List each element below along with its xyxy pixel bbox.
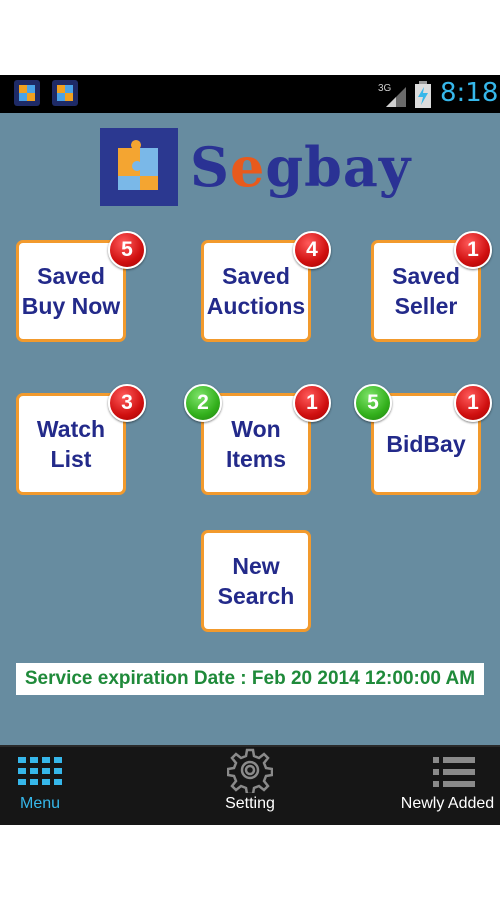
bidbay-red-badge: 1 bbox=[454, 384, 492, 422]
gear-icon bbox=[227, 748, 273, 793]
won-items-red-badge: 1 bbox=[293, 384, 331, 422]
service-expiration-date: Service expiration Date : Feb 20 2014 12… bbox=[16, 663, 484, 695]
saved-buy-now-count-badge: 5 bbox=[108, 231, 146, 269]
bidbay-green-badge: 5 bbox=[354, 384, 392, 422]
newly-added-tab[interactable]: Newly Added bbox=[395, 747, 500, 825]
setting-tab-label: Setting bbox=[225, 795, 275, 812]
app-logo-text: Segbay bbox=[190, 135, 412, 199]
clock: 8:18 bbox=[440, 78, 499, 108]
bottom-navigation: Menu Setting Newly Added bbox=[0, 745, 500, 825]
saved-seller-count-badge: 1 bbox=[454, 231, 492, 269]
app-notification-icon bbox=[52, 80, 78, 106]
won-items-green-badge: 2 bbox=[184, 384, 222, 422]
grid-menu-icon bbox=[18, 757, 62, 785]
menu-tab[interactable]: Menu bbox=[0, 747, 80, 825]
battery-charging-icon bbox=[414, 81, 432, 109]
svg-text:3G: 3G bbox=[378, 83, 392, 94]
status-bar: 3G 8:18 bbox=[0, 75, 500, 113]
setting-tab[interactable]: Setting bbox=[200, 747, 300, 825]
saved-auctions-count-badge: 4 bbox=[293, 231, 331, 269]
watch-list-count-badge: 3 bbox=[108, 384, 146, 422]
main-content: Segbay Saved Buy Now 5 Saved Auctions 4 … bbox=[0, 113, 500, 745]
menu-tab-label: Menu bbox=[19, 795, 61, 812]
app-notification-icon bbox=[14, 80, 40, 106]
signal-3g-icon: 3G bbox=[378, 81, 408, 109]
newly-added-tab-label: Newly Added bbox=[400, 795, 495, 812]
puzzle-icon bbox=[100, 128, 178, 206]
new-search-button[interactable]: New Search bbox=[201, 530, 311, 632]
list-icon bbox=[433, 757, 475, 787]
